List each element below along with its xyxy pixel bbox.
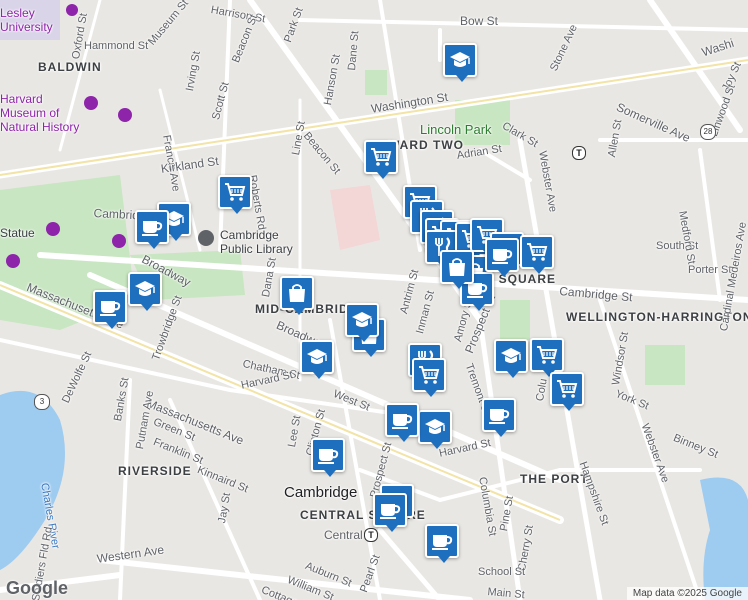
grocery-marker[interactable] [530,338,564,377]
route-shield-28: 28 [700,124,716,140]
cafe-icon [488,405,510,425]
cafe-icon [99,297,121,317]
cafe-marker[interactable] [385,403,419,442]
city-label: Cambridge [284,484,358,501]
cafe-icon [491,245,513,265]
grocery-icon [224,182,246,202]
school-icon [424,417,446,437]
street-label: Porter St [688,264,732,276]
poi-label-library: Cambridge Public Library [220,228,293,256]
grocery-icon [556,379,578,399]
cafe-marker[interactable] [425,524,459,563]
cafe-marker[interactable] [135,210,169,249]
museum-icon [112,234,126,248]
poi-label-university: Lesley University [0,6,53,34]
cafe-marker[interactable] [93,290,127,329]
area-label-baldwin: BALDWIN [38,60,102,74]
area-label-riverside: RIVERSIDE [118,464,192,478]
cafe-icon [391,410,413,430]
cafe-marker[interactable] [482,398,516,437]
library-icon [198,230,214,246]
cafe-icon [431,531,453,551]
school-marker[interactable] [345,303,379,342]
cafe-icon [379,500,401,520]
map-attribution[interactable]: Map data ©2025 Google [626,587,748,600]
route-shield-3: 3 [34,394,50,410]
grocery-marker[interactable] [520,235,554,274]
school-icon [306,347,328,367]
school-icon [134,279,156,299]
grocery-icon [526,242,548,262]
transit-station-icon: T [572,146,586,160]
school-marker[interactable] [128,272,162,311]
poi-label-statue: Statue [0,226,35,240]
area-label-ward-two: WARD TWO [388,138,464,152]
cafe-marker[interactable] [373,493,407,532]
grocery-marker[interactable] [412,358,446,397]
school-icon [351,310,373,330]
park-label-lincoln-park: Lincoln Park [420,122,492,137]
street-label: Central [324,528,363,542]
school-marker[interactable] [300,340,334,379]
school-marker[interactable] [418,410,452,449]
museum-icon [84,96,98,110]
shopping-icon [286,283,308,303]
grocery-marker[interactable] [364,140,398,179]
street-label: Bow St [460,14,499,28]
map-canvas[interactable]: BALDWIN WARD TWO MID-CAMBRIDGE WELLINGTO… [0,0,748,600]
shopping-marker[interactable] [440,250,474,289]
school-icon [500,346,522,366]
cafe-marker[interactable] [485,238,519,277]
grocery-icon [370,147,392,167]
museum-icon [118,108,132,122]
cafe-icon [141,217,163,237]
grocery-marker[interactable] [218,175,252,214]
street-label: Main St [486,586,526,600]
shopping-icon [446,257,468,277]
museum-icon [6,254,20,268]
poi-label-museum: Harvard Museum of Natural History [0,92,80,134]
school-marker[interactable] [494,339,528,378]
grocery-marker[interactable] [550,372,584,411]
school-marker[interactable] [443,43,477,82]
museum-icon [46,222,60,236]
cafe-icon [317,445,339,465]
school-icon [66,4,78,16]
school-icon [449,50,471,70]
transit-station-icon: T [364,528,378,542]
street-label: Hammond St [84,40,149,52]
street-label: School St [478,566,526,578]
cafe-marker[interactable] [311,438,345,477]
area-label-the-port: THE PORT [520,472,589,486]
shopping-marker[interactable] [280,276,314,315]
grocery-icon [536,345,558,365]
grocery-icon [418,365,440,385]
google-logo[interactable]: Google [6,578,68,599]
